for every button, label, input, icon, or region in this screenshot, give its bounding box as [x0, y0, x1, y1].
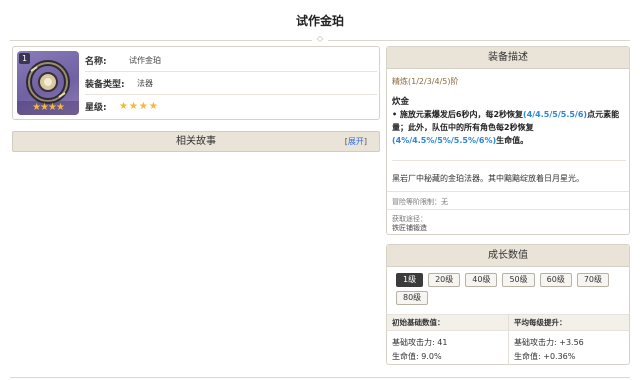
level-button-1[interactable]: 1级 — [396, 273, 424, 287]
flavor-text: 黑岩厂中秘藏的金珀法器。其中黯黯绽放着日月星光。 — [392, 174, 584, 183]
divider — [387, 191, 629, 192]
description-header: 装备描述 — [387, 47, 629, 69]
level-button-80[interactable]: 80级 — [396, 291, 429, 305]
weapon-image: 1 ★★★★ — [17, 51, 79, 115]
passive-name: 炊金 — [392, 97, 410, 107]
level-button-40[interactable]: 40级 — [465, 273, 498, 287]
growth-panel: 成长数值 1级 20级 40级 50级 60级 70级 80级 初始基础数值： 平均每级提升… — [386, 244, 630, 365]
ascension-limit: 冒险等阶限制：无 — [392, 198, 448, 206]
refinement-text: 精炼(1/2/3/4/5)阶 — [392, 77, 459, 86]
growth-stats-header: 平均每级提升： — [514, 318, 567, 327]
item-info-table: 名称: 试作金珀 装备类型: 法器 星级: ★★★★ — [85, 49, 377, 118]
item-card: 1 ★★★★ 名称: 试作金珀 装备类型: 法器 星级: ★★★★ — [12, 46, 380, 120]
level-button-50[interactable]: 50级 — [502, 273, 535, 287]
description-panel: 装备描述 精炼(1/2/3/4/5)阶 炊金 • 施放元素爆发后6秒内，每2秒恢… — [386, 46, 630, 235]
rarity-stars: ★★★★ — [119, 101, 159, 112]
type-value: 法器 — [137, 78, 153, 88]
level-button-60[interactable]: 60级 — [539, 273, 572, 287]
info-row-name: 名称: 试作金珀 — [85, 49, 377, 72]
growth-header: 成长数值 — [387, 245, 629, 267]
column-divider — [508, 314, 509, 365]
rank-badge: 1 — [19, 53, 30, 64]
type-label: 装备类型: — [85, 79, 125, 90]
base-hp-value: 生命值: 9.0% — [392, 352, 442, 361]
divider — [387, 209, 629, 210]
rarity-stars-overlay: ★★★★ — [17, 101, 79, 115]
name-label: 名称: — [85, 56, 107, 67]
title-ornament-icon: ◇ — [312, 34, 328, 44]
growth-attack-value: 基础攻击力: +3.56 — [514, 338, 584, 347]
expand-label[interactable]: 展开 — [348, 137, 364, 146]
story-panel: 相关故事 [展开] — [12, 131, 380, 152]
base-stats-header: 初始基础数值： — [392, 318, 445, 327]
story-title: 相关故事 — [176, 136, 216, 147]
level-buttons: 1级 20级 40级 50级 60级 70级 80级 — [396, 273, 626, 309]
expand-link[interactable]: [展开] — [345, 132, 367, 152]
bottom-divider — [10, 377, 630, 378]
rarity-label: 星级: — [85, 103, 107, 113]
level-button-20[interactable]: 20级 — [428, 273, 461, 287]
level-button-70[interactable]: 70级 — [576, 273, 610, 287]
divider — [392, 160, 626, 161]
base-attack-value: 基础攻击力: 41 — [392, 338, 448, 347]
name-value: 试作金珀 — [129, 55, 161, 65]
source-value: 铁匠铺锻造 — [392, 224, 427, 232]
passive-description: • 施放元素爆发后6秒内，每2秒恢复(4/4.5/5/5.5/6)点元素能量；此… — [392, 110, 620, 145]
info-row-rarity: 星级: ★★★★ — [85, 95, 377, 118]
page-title: 试作金珀 — [295, 14, 344, 28]
growth-hp-value: 生命值: +0.36% — [514, 352, 576, 361]
info-row-type: 装备类型: 法器 — [85, 72, 377, 95]
